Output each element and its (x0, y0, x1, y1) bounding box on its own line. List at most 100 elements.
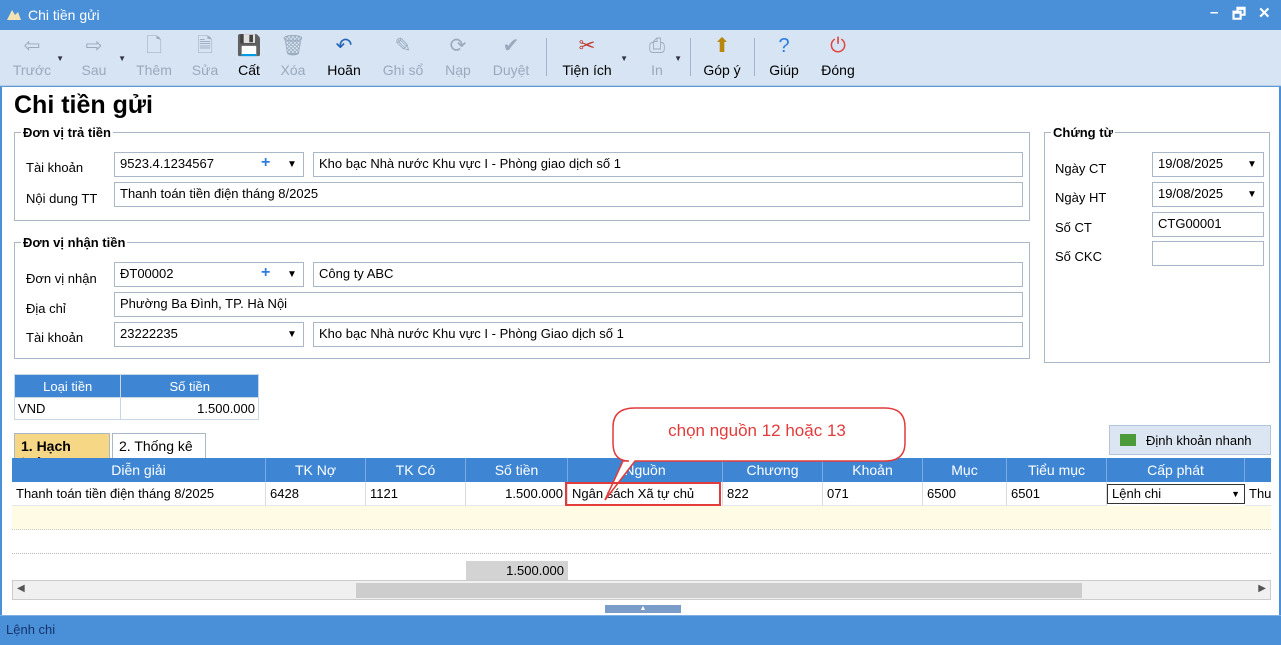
payee-unit-label: Đơn vị nhận (26, 271, 97, 286)
help-button[interactable]: ? Giúp (764, 32, 804, 84)
col-description[interactable]: Diễn giải (12, 458, 266, 482)
cell-subsection[interactable]: 6501 (1007, 482, 1107, 506)
close-button[interactable]: ⏻ Đóng (816, 32, 860, 84)
address-field[interactable]: Phường Ba Đình, TP. Hà Nội (114, 292, 1023, 317)
payer-account-label: Tài khoản (26, 160, 84, 175)
cell-section[interactable]: 6500 (923, 482, 1007, 506)
voucher-legend: Chứng từ (1053, 125, 1113, 140)
total-amount: 1.500.000 (466, 561, 568, 581)
close-window-button[interactable]: ✕ (1258, 4, 1271, 22)
chevron-down-icon[interactable]: ▼ (287, 329, 297, 340)
allocation-select[interactable]: Lệnh chi ▼ (1107, 484, 1245, 504)
edit-button[interactable]: 🗎 Sửa (188, 32, 222, 84)
voucher-no-field[interactable]: CTG00001 (1152, 212, 1264, 237)
feedback-button[interactable]: ⬆ Góp ý (700, 32, 744, 84)
payee-account-value: 23222235 (120, 326, 178, 341)
cell-description[interactable]: Thanh toán tiền điện tháng 8/2025 (12, 482, 266, 506)
payment-content-field[interactable]: Thanh toán tiền điện tháng 8/2025 (114, 182, 1023, 207)
new-document-icon: 🗋 (145, 35, 163, 57)
power-icon: ⏻ (830, 35, 846, 57)
refresh-icon: ⟳ (449, 35, 467, 57)
chevron-down-icon[interactable]: ▼ (1247, 159, 1257, 170)
col-section[interactable]: Mục (923, 458, 1007, 482)
title-bar: Chi tiền gửi – 🗗 ✕ (0, 0, 1281, 30)
date-ht-value: 19/08/2025 (1158, 186, 1224, 201)
date-ct-value: 19/08/2025 (1158, 156, 1224, 171)
cell-debit[interactable]: 6428 (266, 482, 366, 506)
undo-button[interactable]: ↶ Hoãn (322, 32, 366, 84)
col-overflow (1245, 458, 1271, 482)
address-label: Địa chỉ (26, 301, 66, 316)
scroll-right-icon[interactable]: ▶ (1258, 583, 1266, 594)
horizontal-scrollbar[interactable]: ◀ ▶ (12, 580, 1271, 600)
window-title: Chi tiền gửi (28, 7, 100, 23)
status-text: Lệnh chi (6, 622, 56, 637)
chevron-down-icon[interactable]: ▼ (287, 159, 297, 170)
payee-unit-select[interactable]: ĐT00002 + ▼ (114, 262, 304, 287)
annotation-text: chọn nguồn 12 hoặc 13 (668, 421, 846, 440)
payer-legend: Đơn vị trả tiền (23, 125, 111, 140)
chevron-down-icon[interactable]: ▼ (118, 54, 126, 63)
load-button[interactable]: ⟳ Nạp (440, 32, 476, 84)
cell-overflow[interactable]: Thu (1245, 482, 1271, 506)
chevron-down-icon[interactable]: ▼ (674, 54, 682, 63)
plus-icon[interactable]: + (261, 264, 270, 282)
date-ht-label: Ngày HT (1055, 190, 1107, 205)
app-icon (7, 10, 21, 20)
chevron-down-icon[interactable]: ▼ (287, 269, 297, 280)
col-allocation[interactable]: Cấp phát (1107, 458, 1245, 482)
scroll-thumb[interactable] (356, 583, 1082, 598)
cell-credit[interactable]: 1121 (366, 482, 466, 506)
cell-amount[interactable]: 1.500.000 (466, 482, 568, 506)
quick-entry-button[interactable]: Định khoản nhanh (1109, 425, 1271, 455)
minimize-button[interactable]: – (1210, 4, 1218, 21)
payee-account-select[interactable]: 23222235 ▼ (114, 322, 304, 347)
date-ht-picker[interactable]: 19/08/2025 ▼ (1152, 182, 1264, 207)
approve-button[interactable]: ✔ Duyệt (488, 32, 534, 84)
currency-table: Loại tiền Số tiền VND 1.500.000 (13, 374, 259, 420)
table-row[interactable] (12, 506, 1271, 530)
payee-unit-name[interactable]: Công ty ABC (313, 262, 1023, 287)
chevron-down-icon[interactable]: ▼ (1247, 189, 1257, 200)
payer-account-name[interactable]: Kho bạc Nhà nước Khu vực I - Phòng giao … (313, 152, 1023, 177)
tab-accounting[interactable]: 1. Hạch toán (14, 433, 110, 470)
save-button[interactable]: 💾 Cất (234, 32, 264, 84)
undo-icon: ↶ (335, 35, 353, 57)
print-button[interactable]: ⎙ In ▼ (642, 32, 682, 84)
restore-button[interactable]: 🗗 (1232, 4, 1246, 29)
prev-button[interactable]: ⇦ Trước ▼ (10, 32, 64, 84)
amount-cell[interactable]: 1.500.000 (120, 397, 259, 420)
voucher-no-label: Số CT (1055, 220, 1092, 235)
scroll-left-icon[interactable]: ◀ (17, 583, 25, 594)
next-button[interactable]: ⇨ Sau ▼ (72, 32, 126, 84)
chevron-down-icon[interactable]: ▼ (56, 54, 64, 63)
checkmark-icon: ✔ (502, 35, 520, 57)
payer-account-value: 9523.4.1234567 (120, 156, 214, 171)
delete-button[interactable]: 🗑 Xóa (276, 32, 310, 84)
panel-splitter[interactable]: ▲ (605, 605, 681, 613)
utility-button[interactable]: ✂ Tiện ích ▼ (556, 32, 628, 84)
tab-statistics[interactable]: 2. Thống kê (112, 433, 206, 459)
ckc-no-label: Số CKC (1055, 249, 1102, 264)
printer-icon: ⎙ (649, 35, 665, 57)
table-row[interactable] (12, 530, 1271, 554)
chevron-down-icon[interactable]: ▼ (1231, 485, 1240, 503)
chevron-down-icon[interactable]: ▼ (620, 54, 628, 63)
col-debit[interactable]: TK Nợ (266, 458, 366, 482)
ckc-no-field[interactable] (1152, 241, 1264, 266)
payee-account-name[interactable]: Kho bạc Nhà nước Khu vực I - Phòng Giao … (313, 322, 1023, 347)
source-highlight-box (565, 482, 721, 506)
main-window: Chi tiền gửi – 🗗 ✕ ⇦ Trước ▼ ⇨ Sau ▼ 🗋 Thêm 🗎… (0, 0, 1281, 645)
add-button[interactable]: 🗋 Thêm (134, 32, 174, 84)
post-button[interactable]: ✎ Ghi sổ (378, 32, 428, 84)
col-credit[interactable]: TK Có (366, 458, 466, 482)
payee-unit-value: ĐT00002 (120, 266, 174, 281)
col-amount[interactable]: Số tiền (466, 458, 568, 482)
plus-icon[interactable]: + (261, 154, 270, 172)
delete-document-icon: 🗑 (280, 35, 306, 57)
col-subsection[interactable]: Tiểu mục (1007, 458, 1107, 482)
currency-type-cell[interactable]: VND (13, 397, 122, 420)
pencil-icon: ✎ (394, 35, 412, 57)
payer-account-select[interactable]: 9523.4.1234567 + ▼ (114, 152, 304, 177)
date-ct-picker[interactable]: 19/08/2025 ▼ (1152, 152, 1264, 177)
